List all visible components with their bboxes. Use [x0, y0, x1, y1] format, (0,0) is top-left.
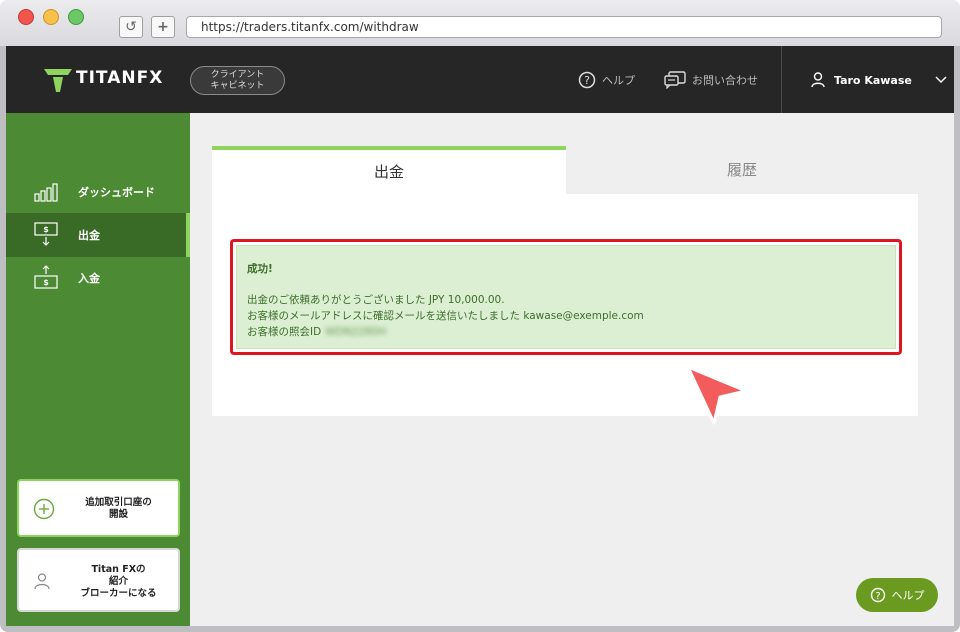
sidebar-label-withdraw: 出金: [78, 229, 100, 242]
minimize-window-button[interactable]: [43, 9, 59, 25]
browser-window: ↺ + https://traders.titanfx.com/withdraw…: [0, 0, 960, 632]
person-icon: [34, 573, 50, 590]
reference-id: WDN2280H: [325, 326, 387, 338]
browser-toolbar: ↺ + https://traders.titanfx.com/withdraw: [0, 0, 960, 46]
plus-circle-icon: [33, 498, 55, 520]
reload-button[interactable]: ↺: [119, 16, 143, 38]
client-cabinet-label-1: クライアント: [210, 70, 265, 80]
titanfx-logo[interactable]: TITANFX: [44, 67, 164, 93]
chat-bubble-icon: [664, 71, 686, 89]
alert-message-1: 出金のご依頼ありがとうございました JPY 10,000.00.: [247, 294, 505, 306]
svg-text:$: $: [43, 278, 49, 287]
withdraw-icon: $: [34, 222, 58, 246]
open-additional-account-button[interactable]: 追加取引口座の 開設: [17, 479, 180, 537]
svg-text:$: $: [43, 225, 49, 234]
header-help-label: ヘルプ: [602, 74, 635, 87]
client-cabinet-label-2: キャビネット: [210, 81, 265, 91]
site-header: TITANFX クライアント キャビネット ? ヘルプ お問い合わせ Taro …: [6, 46, 954, 113]
logo-text: TITANFX: [76, 68, 164, 88]
tab-history[interactable]: 履歴: [566, 146, 918, 194]
client-cabinet-button[interactable]: クライアント キャビネット: [190, 66, 285, 95]
header-contact-label: お問い合わせ: [692, 74, 758, 87]
floating-help-label: ヘルプ: [891, 589, 925, 602]
ib-label-3: ブローカーになる: [80, 588, 157, 599]
deposit-icon: $: [34, 265, 58, 289]
sidebar: ダッシュボード $ 出金 $ 入金 追加取引口座の 開設 Titan FXの 紹…: [6, 113, 190, 626]
ib-label-1: Titan FXの: [91, 564, 146, 575]
new-tab-button[interactable]: +: [151, 16, 175, 38]
sidebar-item-dashboard[interactable]: ダッシュボード: [6, 170, 190, 214]
user-icon: [811, 72, 825, 88]
sidebar-label-deposit: 入金: [78, 272, 100, 285]
ib-label-2: 紹介: [108, 576, 128, 587]
success-alert: 成功! 出金のご依頼ありがとうございました JPY 10,000.00. お客様…: [236, 245, 896, 349]
bar-chart-icon: [34, 183, 58, 202]
question-circle-icon: ?: [578, 71, 596, 89]
titan-logo-icon: [44, 69, 72, 92]
alert-message-3: お客様の照会ID WDN2280H: [247, 324, 386, 339]
open-account-label-2: 開設: [108, 509, 128, 520]
become-introducing-broker-button[interactable]: Titan FXの 紹介 ブローカーになる: [17, 548, 180, 612]
user-menu[interactable]: Taro Kawase: [811, 70, 947, 90]
svg-text:?: ?: [584, 74, 590, 87]
tab-withdraw[interactable]: 出金: [212, 146, 566, 194]
site-viewport: TITANFX クライアント キャビネット ? ヘルプ お問い合わせ Taro …: [6, 46, 954, 626]
sidebar-label-dashboard: ダッシュボード: [78, 186, 155, 199]
address-bar[interactable]: https://traders.titanfx.com/withdraw: [186, 16, 942, 38]
question-circle-icon: ?: [870, 587, 885, 603]
alert-title: 成功!: [247, 263, 273, 275]
close-window-button[interactable]: [18, 9, 34, 25]
header-divider: [781, 46, 782, 113]
header-contact-link[interactable]: お問い合わせ: [664, 70, 758, 90]
open-account-label-1: 追加取引口座の: [85, 497, 152, 508]
sidebar-item-withdraw[interactable]: $ 出金: [6, 213, 190, 257]
maximize-window-button[interactable]: [68, 9, 84, 25]
alert-reference-label: お客様の照会ID: [247, 326, 322, 338]
header-help-link[interactable]: ? ヘルプ: [578, 70, 635, 90]
user-name: Taro Kawase: [834, 73, 912, 87]
floating-help-button[interactable]: ? ヘルプ: [856, 578, 938, 612]
alert-message-2: お客様のメールアドレスに確認メールを送信いたしました kawase@exempl…: [247, 310, 644, 322]
svg-text:?: ?: [875, 591, 880, 602]
chevron-down-icon: [935, 76, 947, 84]
pointer-arrow-icon: [686, 365, 748, 425]
main-content: 出金 履歴: [190, 113, 954, 626]
sidebar-item-deposit[interactable]: $ 入金: [6, 256, 190, 300]
